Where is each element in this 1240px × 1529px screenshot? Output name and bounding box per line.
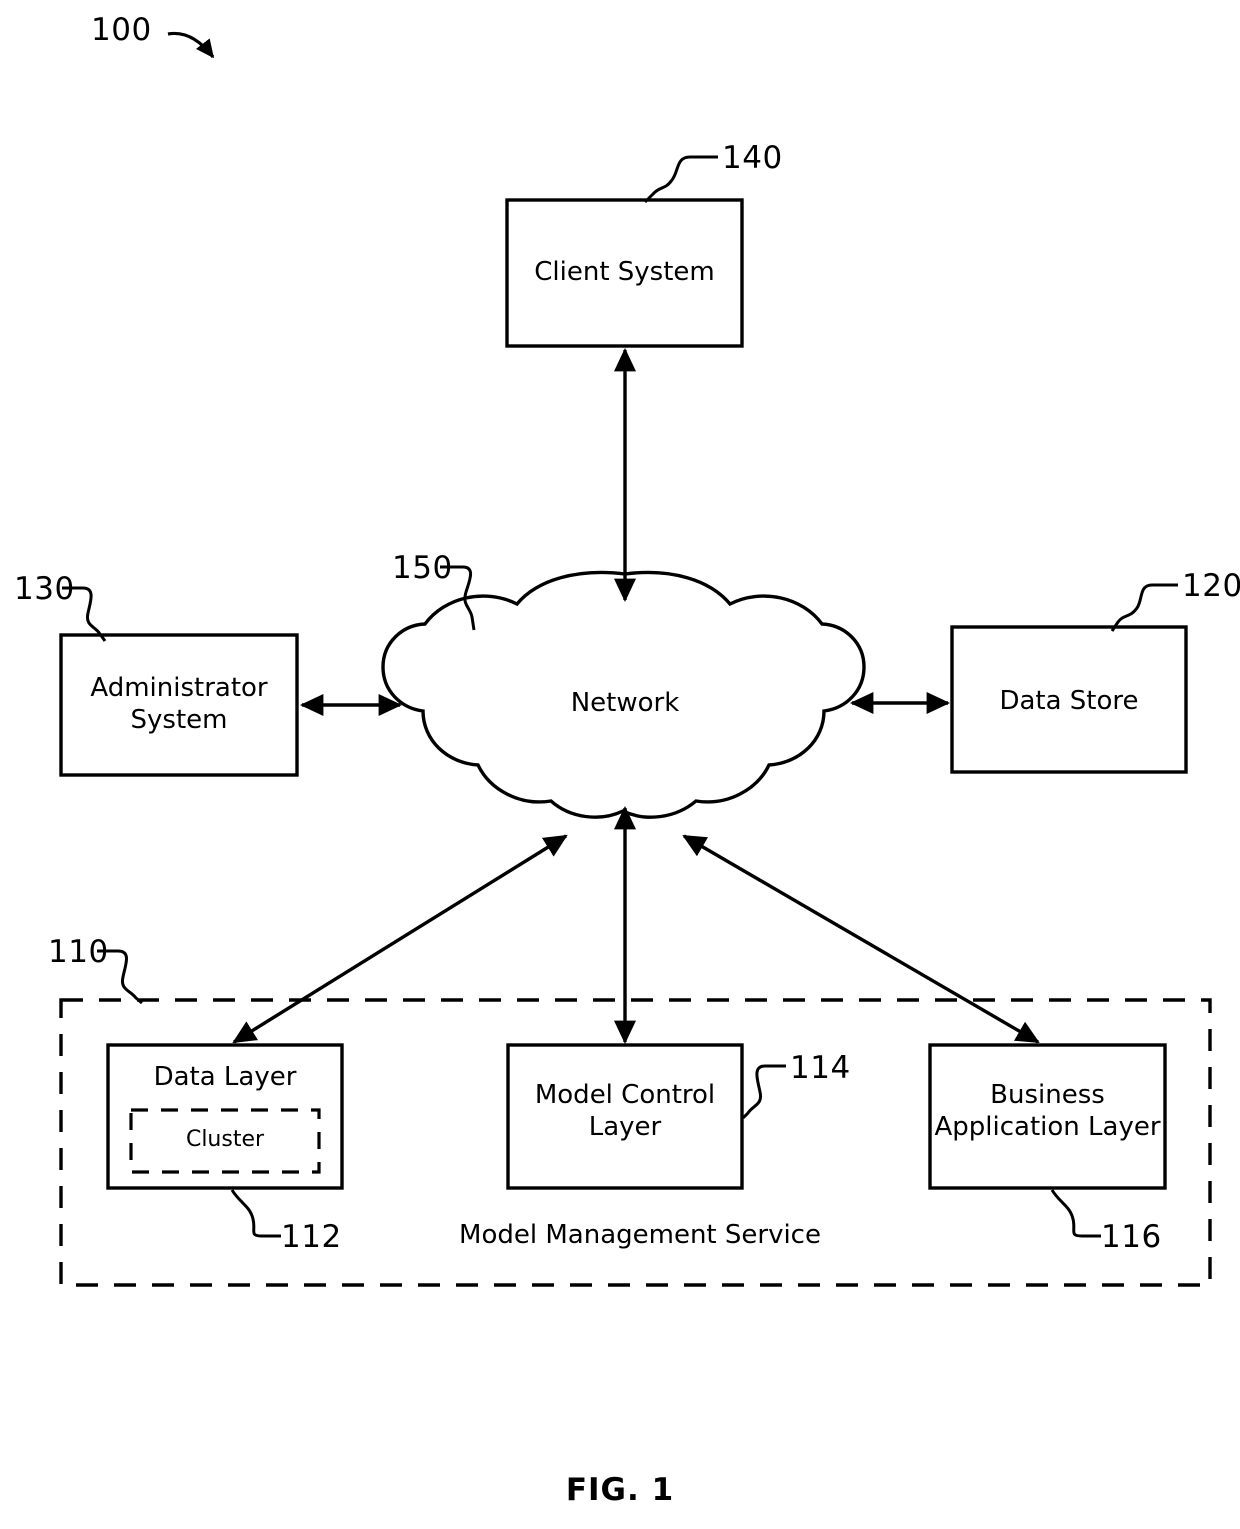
administrator-system-box [59, 633, 299, 777]
ref-number-140: 140 [722, 140, 783, 176]
ref-number-150: 150 [392, 550, 453, 586]
ref-120-leader [1110, 583, 1178, 632]
arrow-network-business-application-layer [682, 834, 1040, 1044]
ref-number-112: 112 [281, 1219, 342, 1255]
system-100-leader [167, 31, 215, 59]
ref-number-110: 110 [48, 934, 109, 970]
model-control-layer-box [506, 1043, 744, 1190]
ref-number-130: 130 [14, 571, 75, 607]
diagram-canvas [59, 31, 1212, 1287]
ref-140-leader [643, 155, 718, 204]
ref-114-leader [741, 1064, 786, 1120]
figure-1-diagram: 100 140 Client System 150 Network 130 Ad… [0, 0, 1240, 1529]
ref-number-120: 120 [1182, 568, 1240, 604]
ref-116-leader [1050, 1189, 1101, 1238]
ref-number-114: 114 [790, 1050, 851, 1086]
ref-number-116: 116 [1101, 1219, 1162, 1255]
client-system-box [505, 198, 744, 348]
network-cloud [381, 570, 866, 819]
business-application-layer-box [928, 1043, 1167, 1190]
figure-caption: FIG. 1 [565, 1472, 675, 1508]
ref-112-leader [230, 1189, 281, 1238]
ref-number-100: 100 [91, 12, 152, 48]
arrow-network-data-layer [232, 834, 568, 1044]
cluster-box [129, 1108, 321, 1174]
data-store-box [950, 625, 1188, 774]
